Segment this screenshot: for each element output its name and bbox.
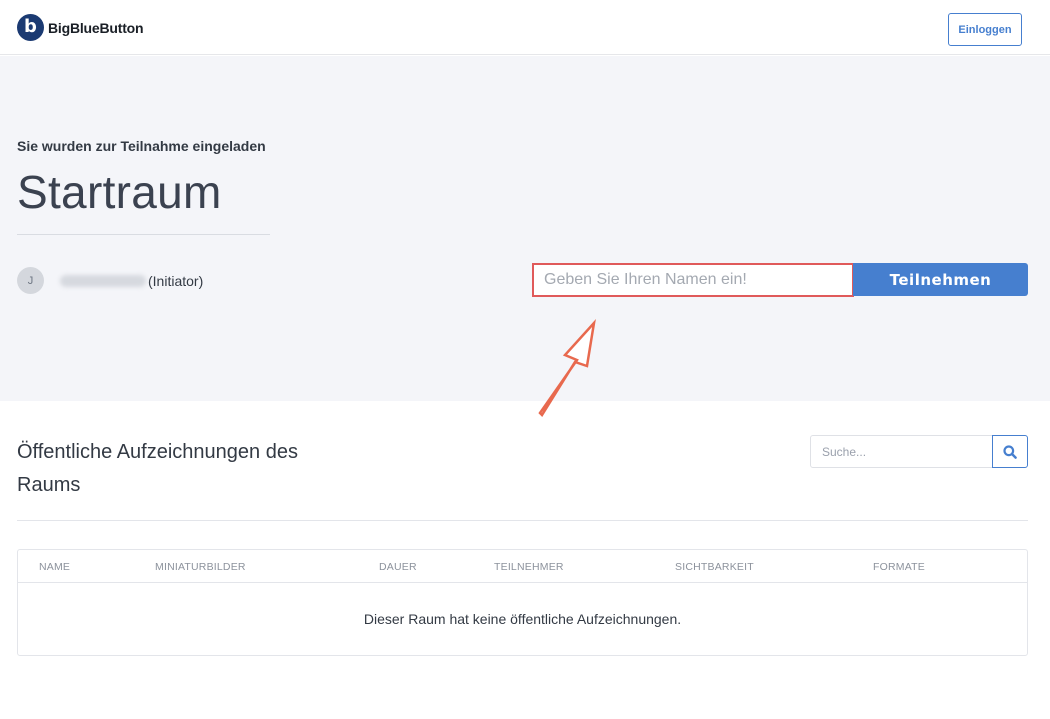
room-hero-section [0, 56, 1050, 401]
column-header-formats[interactable]: Formate [873, 561, 925, 573]
column-header-name[interactable]: Name [39, 561, 70, 573]
invite-text: Sie wurden zur Teilnahme eingeladen [17, 138, 266, 154]
recordings-title: Öffentliche Aufzeichnungen des Raums [17, 441, 298, 496]
join-button[interactable]: Teilnehmen [853, 263, 1028, 296]
login-button[interactable]: Einloggen [948, 13, 1022, 46]
search-button[interactable] [992, 435, 1028, 468]
recordings-search-input[interactable] [810, 435, 993, 468]
top-navbar: b BigBlueButton Einloggen [0, 0, 1050, 55]
column-header-visibility[interactable]: Sichtbarkeit [675, 561, 754, 573]
room-owner: J (Initiator) [17, 267, 203, 294]
owner-role: (Initiator) [148, 272, 204, 289]
column-header-duration[interactable]: Dauer [379, 561, 417, 573]
empty-recordings-message: Dieser Raum hat keine öffentliche Aufzei… [363, 611, 682, 627]
column-header-thumbnails[interactable]: Miniaturbilder [155, 561, 246, 573]
logo-text: BigBlueButton [48, 19, 144, 36]
column-header-participants[interactable]: Teilnehmer [494, 561, 564, 573]
owner-name-blurred [60, 274, 146, 287]
bigbluebutton-logo[interactable]: b BigBlueButton [17, 14, 144, 41]
recordings-divider [17, 520, 1028, 521]
search-icon [1003, 444, 1017, 459]
bigbluebutton-logo-icon: b [17, 14, 44, 41]
name-input[interactable] [532, 263, 854, 297]
recordings-table: Name Miniaturbilder Dauer Teilnehmer Sic… [17, 549, 1028, 656]
room-title: Startraum [17, 166, 222, 218]
owner-avatar: J [17, 267, 44, 294]
title-divider [17, 234, 270, 235]
table-header: Name Miniaturbilder Dauer Teilnehmer Sic… [18, 550, 1027, 583]
logo-mark: b [24, 16, 37, 37]
